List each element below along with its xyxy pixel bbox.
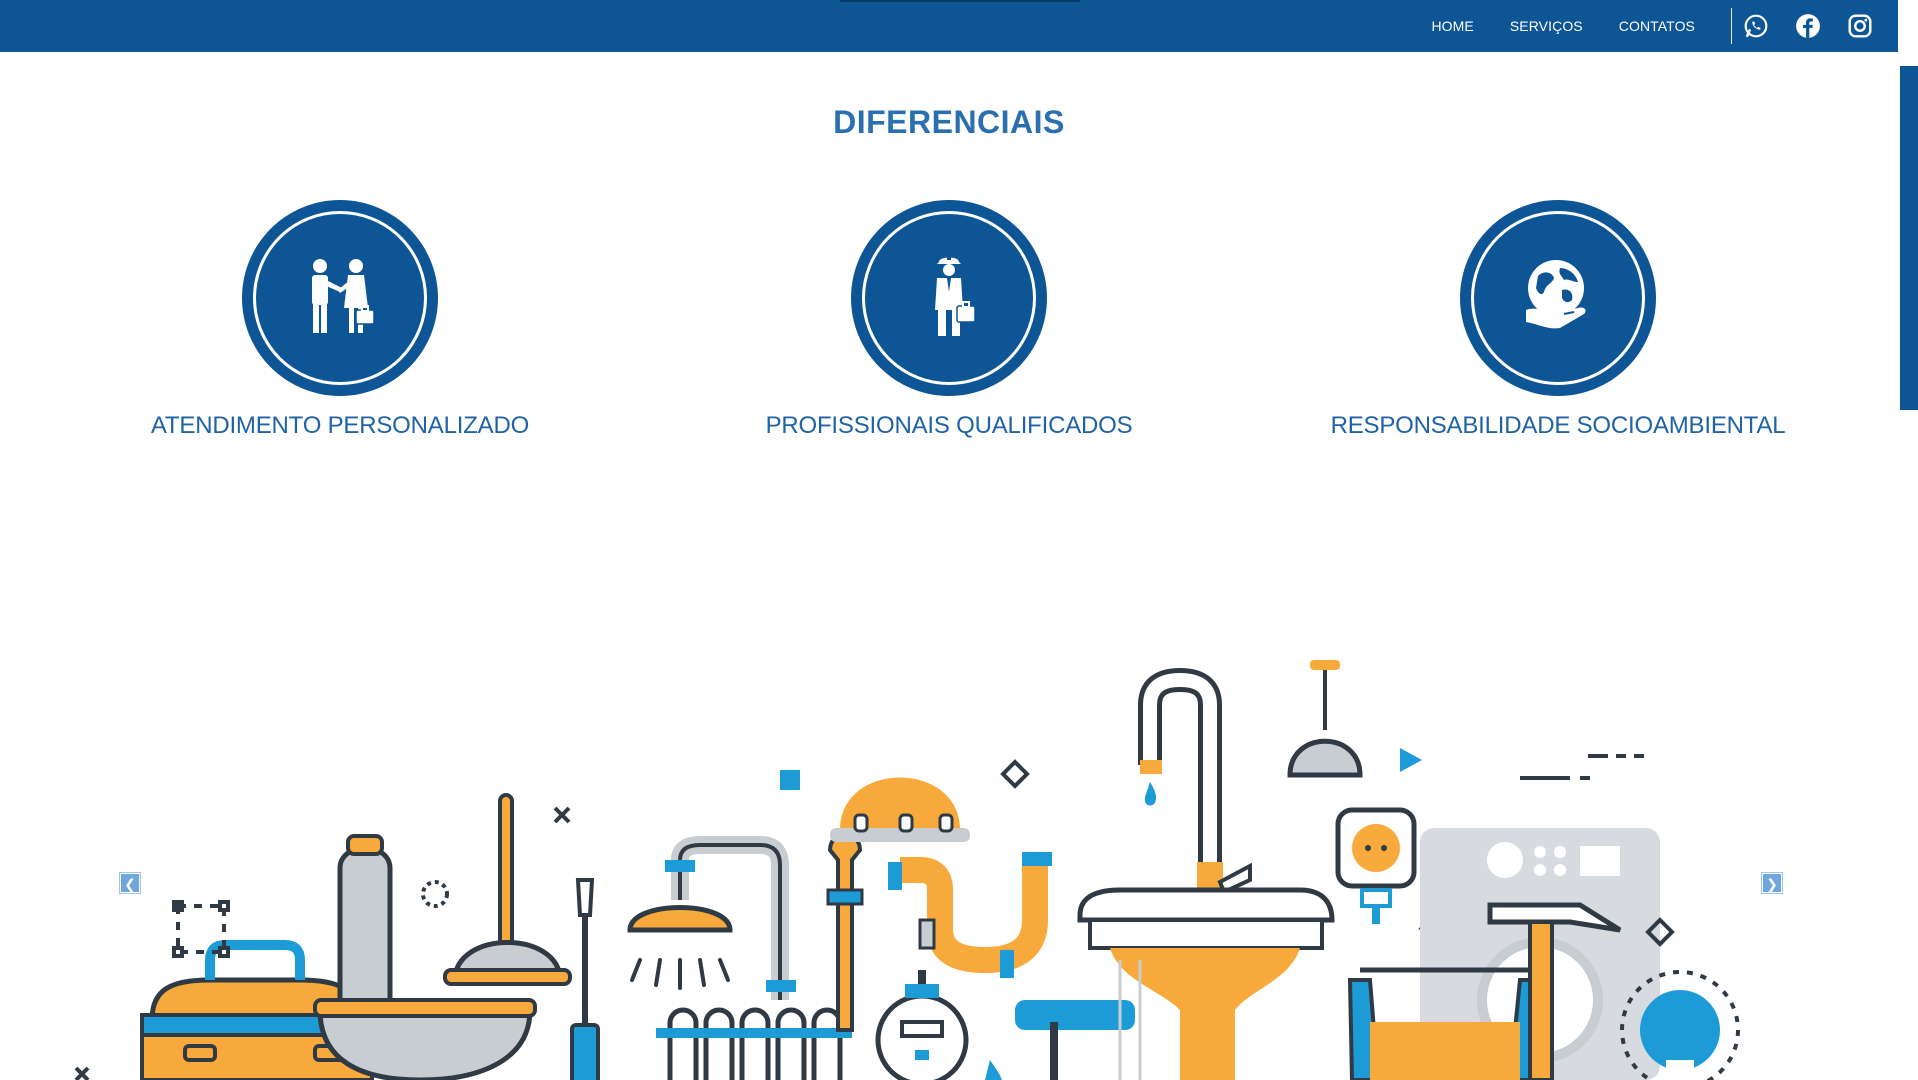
services-carousel (60, 560, 1840, 1080)
feature-label: PROFISSIONAIS QUALIFICADOS (765, 412, 1133, 439)
scrollbar-thumb[interactable] (1900, 66, 1918, 410)
carousel-prev-button[interactable]: ❮ (120, 873, 140, 893)
globe-in-hand-icon (1460, 200, 1656, 396)
feature-label: ATENDIMENTO PERSONALIZADO (150, 412, 530, 439)
top-navbar: HOME SERVIÇOS CONTATOS (0, 0, 1898, 52)
carousel-next-button[interactable]: ❯ (1762, 873, 1782, 893)
nav-divider (1731, 8, 1732, 44)
nav-services-link[interactable]: SERVIÇOS (1510, 18, 1583, 34)
main-nav: HOME SERVIÇOS CONTATOS (1431, 0, 1898, 52)
handshake-people-icon (242, 200, 438, 396)
nav-contacts-link[interactable]: CONTATOS (1619, 18, 1695, 34)
worker-with-briefcase-icon (851, 200, 1047, 396)
instagram-icon[interactable] (1846, 12, 1874, 40)
navbar-accent-line (840, 0, 1080, 2)
page-scrollbar[interactable] (1898, 0, 1918, 1080)
feature-label: RESPONSABILIDADE SOCIOAMBIENTAL (1330, 412, 1786, 439)
section-title: DIFERENCIAIS (833, 104, 1065, 140)
feature-socio-environmental: RESPONSABILIDADE SOCIOAMBIENTAL (1298, 200, 1818, 440)
plumbing-tools-illustration (74, 660, 1740, 1080)
nav-home-link[interactable]: HOME (1431, 18, 1473, 34)
feature-personalized-service: ATENDIMENTO PERSONALIZADO (80, 200, 600, 440)
whatsapp-icon[interactable] (1742, 12, 1770, 40)
feature-qualified-professionals: PROFISSIONAIS QUALIFICADOS (689, 200, 1209, 440)
facebook-icon[interactable] (1794, 12, 1822, 40)
